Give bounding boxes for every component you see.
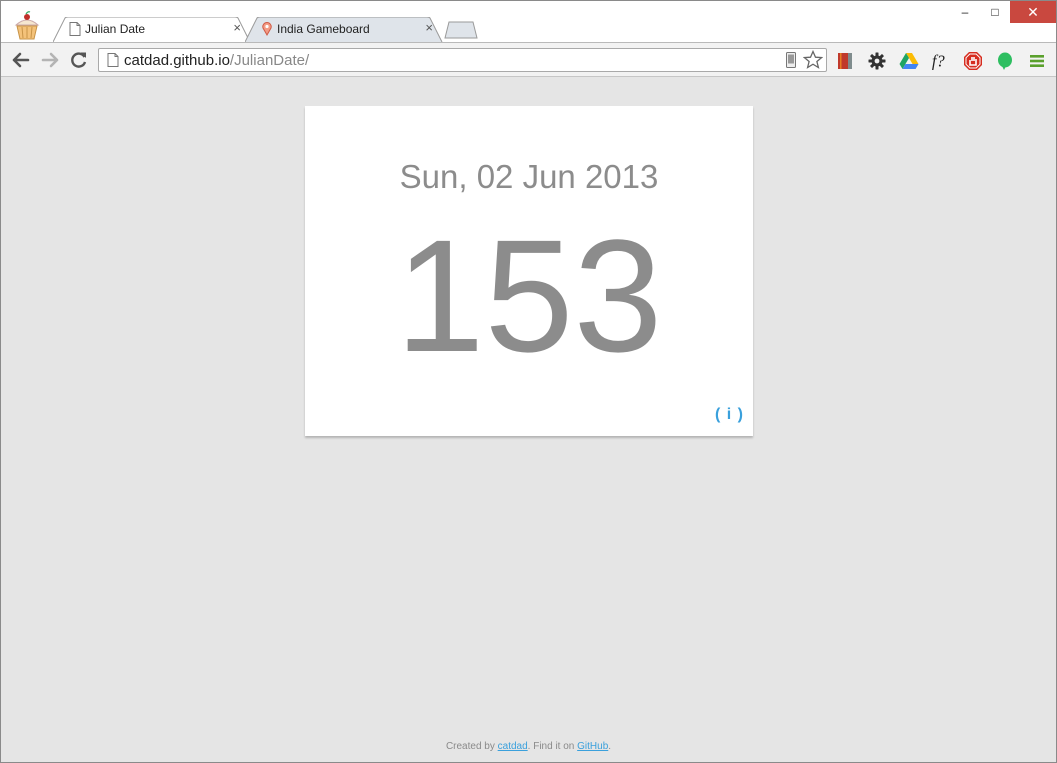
font-finder-icon: f? (932, 51, 946, 70)
menu-icon (1030, 55, 1044, 67)
forward-button[interactable] (40, 50, 60, 70)
julian-date-card: Sun, 02 Jun 2013 153 ( i ) (305, 106, 753, 436)
window-controls: – □ ✕ (950, 1, 1056, 23)
day-of-year: 153 (395, 206, 663, 385)
footer-prefix: Created by (445, 741, 498, 752)
page-icon (107, 53, 119, 67)
adblock-icon (964, 52, 982, 70)
url-host: catdad.github.io (124, 52, 230, 69)
reload-icon (71, 52, 87, 68)
author-link[interactable]: catdad (498, 741, 528, 752)
map-pin-icon (262, 22, 272, 36)
book-extension[interactable] (835, 51, 855, 71)
browser-toolbar: catdad.github.io/JulianDate/ f? (1, 42, 1056, 77)
address-url: catdad.github.io/JulianDate/ (124, 52, 309, 69)
chrome-menu-button[interactable] (1027, 51, 1047, 71)
back-button[interactable] (11, 50, 31, 70)
current-date: Sun, 02 Jun 2013 (399, 158, 659, 195)
star-icon[interactable] (803, 50, 823, 70)
tab-india-gameboard[interactable]: India Gameboard × (245, 17, 445, 42)
browser-window: Julian Date × India Gameboard × – □ ✕ ca… (0, 0, 1057, 763)
evernote-icon (998, 52, 1012, 70)
tab-label: India Gameboard (277, 22, 370, 36)
gear-icon (868, 52, 886, 70)
svg-text:f?: f? (932, 51, 946, 70)
cupcake-icon (14, 11, 40, 40)
info-button[interactable]: ( i ) (715, 406, 744, 424)
book-icon (838, 53, 852, 69)
page-content: Sun, 02 Jun 2013 153 ( i ) Created by ca… (1, 77, 1056, 762)
tab-close-button[interactable]: × (425, 20, 433, 36)
github-link[interactable]: GitHub (577, 741, 608, 752)
tab-label: Julian Date (85, 22, 146, 36)
reload-button[interactable] (69, 50, 89, 70)
page-icon (69, 22, 81, 36)
font-finder-extension[interactable]: f? (931, 51, 951, 71)
minimize-button[interactable]: – (950, 1, 980, 23)
tab-julian-date[interactable]: Julian Date × (53, 17, 253, 42)
footer-suffix: . (608, 741, 612, 752)
mobile-icon[interactable] (785, 52, 797, 68)
evernote-extension[interactable] (995, 51, 1015, 71)
google-drive-icon (899, 53, 919, 69)
maximize-button[interactable]: □ (980, 1, 1010, 23)
footer-middle: . Find it on (527, 741, 578, 752)
address-bar[interactable]: catdad.github.io/JulianDate/ (98, 48, 827, 72)
url-path: /JulianDate/ (229, 52, 310, 69)
tab-strip: Julian Date × India Gameboard × – □ ✕ (1, 1, 1056, 42)
tab-body: Julian Date × (53, 17, 253, 42)
page-footer: Created by catdad. Find it on GitHub. (1, 741, 1056, 752)
tab-close-button[interactable]: × (233, 20, 241, 36)
back-icon (12, 52, 30, 68)
adblock-extension[interactable] (963, 51, 983, 71)
google-drive-extension[interactable] (899, 51, 919, 71)
close-window-button[interactable]: ✕ (1010, 1, 1056, 23)
settings-extension[interactable] (867, 51, 887, 71)
tab-body: India Gameboard × (245, 17, 445, 42)
new-tab-button[interactable] (444, 21, 478, 39)
forward-icon (41, 52, 59, 68)
